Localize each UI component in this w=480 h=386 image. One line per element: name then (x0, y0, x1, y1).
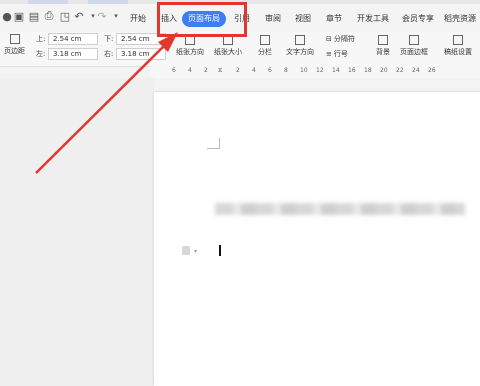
arrow-shaft (35, 39, 171, 174)
annotation-arrow (35, 32, 178, 174)
